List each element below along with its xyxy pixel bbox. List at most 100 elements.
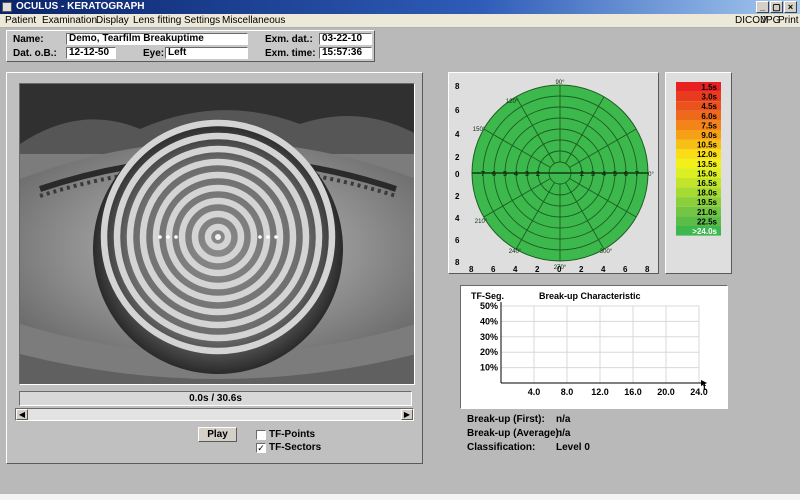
y-tick-label: 4 (455, 130, 460, 139)
y-tick-label: 10% (480, 363, 498, 373)
title-bar: OCULUS - KERATOGRAPH _ ▢ × (0, 0, 800, 14)
video-scrollbar[interactable]: ◀ ▶ (15, 408, 414, 421)
x-tick-label: 2 (535, 265, 540, 273)
angle-label: 300° (600, 249, 613, 255)
color-scale: 1.5s3.0s4.5s6.0s7.5s9.0s10.5s12.0s13.5s1… (676, 82, 721, 236)
maximize-button[interactable]: ▢ (770, 1, 783, 13)
polar-map: 8 6 4 2 0 2 4 6 8 8 6 4 2 0 2 4 6 8 7 6 … (455, 80, 654, 274)
exam-time-label: Exm. time: (265, 48, 316, 59)
name-field: Demo, Tearfilm Breakuptime (66, 33, 248, 45)
legend-label: 13.5s (697, 160, 718, 169)
chart-title: Break-up Characteristic (539, 291, 641, 301)
y-tick-label: 2 (455, 153, 460, 162)
legend-label: 9.0s (701, 131, 717, 140)
x-tick-label: 8 (645, 265, 650, 273)
play-button[interactable]: Play (198, 427, 237, 442)
menu-miscellaneous[interactable]: Miscellaneous (222, 15, 285, 26)
ring-label: 4 (602, 171, 606, 178)
ring-label: 7 (635, 171, 639, 178)
angle-label: 120° (506, 99, 519, 105)
x-tick-label: 8 (469, 265, 474, 273)
menu-display[interactable]: Display (96, 15, 129, 26)
dob-label: Dat. o.B.: (13, 48, 57, 59)
tf-sectors-label: TF-Sectors (269, 442, 322, 453)
legend-label: 18.0s (697, 189, 718, 198)
exam-date-label: Exm. dat.: (265, 34, 313, 45)
y-tick-label: 40% (480, 316, 498, 326)
ring-label: 2 (536, 171, 540, 178)
ring-label: 2 (580, 171, 584, 178)
exam-time-field: 15:57:36 (319, 47, 372, 59)
legend-label: 4.5s (701, 102, 717, 111)
y-tick-label: 6 (455, 236, 460, 245)
tf-points-checkbox[interactable] (256, 430, 266, 440)
legend-label: 12.0s (697, 150, 718, 159)
angle-label: 150° (473, 127, 486, 133)
legend-label: 21.0s (697, 208, 718, 217)
eye-field: Left (165, 47, 248, 59)
close-button[interactable]: × (784, 1, 797, 13)
x-tick-label: 16.0 (624, 387, 642, 397)
y-tick-label: 8 (455, 258, 460, 267)
menu-patient[interactable]: Patient (5, 15, 36, 26)
x-tick-label: 4 (513, 265, 518, 273)
legend-label: 1.5s (701, 83, 717, 92)
angle-label: 240° (509, 249, 522, 255)
legend-label: 6.0s (701, 112, 717, 121)
scroll-right-icon[interactable]: ▶ (401, 409, 413, 420)
x-tick-label: 4.0 (528, 387, 541, 397)
polar-map-panel: 8 6 4 2 0 2 4 6 8 8 6 4 2 0 2 4 6 8 7 6 … (448, 72, 659, 274)
scroll-left-icon[interactable]: ◀ (16, 409, 28, 420)
color-scale-panel: 1.5s 3.0s 4.5s 6.0s 7.5s 9.0s 10.5s 12.0s 13.5s 1… (665, 72, 732, 274)
video-time-display: 0.0s / 30.6s (19, 391, 412, 406)
ring-label: 6 (624, 171, 628, 178)
x-tick-label: 12.0 (591, 387, 609, 397)
eye-label: Eye: (143, 48, 165, 59)
angle-label: 210° (475, 219, 488, 225)
classification-value: Level 0 (556, 442, 590, 453)
legend-label: 15.0s (697, 169, 718, 178)
x-tick-label: 6 (491, 265, 496, 273)
x-tick-label: 8.0 (561, 387, 574, 397)
legend-label: >24.0s (692, 227, 717, 236)
minimize-button[interactable]: _ (756, 1, 769, 13)
eye-image[interactable] (19, 83, 415, 385)
legend-label: 19.5s (697, 198, 718, 207)
dob-field: 12-12-50 (66, 47, 116, 59)
legend-label: 3.0s (701, 93, 717, 102)
angle-label: 0° (648, 172, 654, 178)
chart-xlabel: t (703, 382, 706, 392)
breakup-first-value: n/a (556, 414, 571, 425)
app-icon (2, 2, 12, 12)
legend-label: 7.5s (701, 121, 717, 130)
window-title: OCULUS - KERATOGRAPH (16, 1, 145, 12)
legend-label: 10.5s (697, 141, 718, 150)
ring-label: 4 (514, 171, 518, 178)
y-tick-label: 0 (455, 170, 460, 179)
breakup-chart: 4.0 8.0 12.0 16.0 20.0 24.050%40%30%20%10% TF… (471, 291, 708, 397)
legend-label: 16.5s (697, 179, 718, 188)
menu-lens-fitting[interactable]: Lens fitting (133, 15, 181, 26)
menu-examination[interactable]: Examination (42, 15, 97, 26)
name-label: Name: (13, 34, 44, 45)
y-tick-label: 8 (455, 82, 460, 91)
x-tick-label: 2 (579, 265, 584, 273)
ring-label: 7 (481, 171, 485, 178)
menu-print[interactable]: Print (778, 15, 799, 26)
y-tick-label: 20% (480, 347, 498, 357)
menu-settings[interactable]: Settings (184, 15, 220, 26)
classification-label: Classification: (467, 442, 536, 453)
breakup-first-label: Break-up (First): (467, 414, 545, 425)
exam-date-field: 03-22-10 (319, 33, 372, 45)
ring-label: 5 (613, 171, 617, 178)
ring-label: 3 (591, 171, 595, 178)
y-tick-label: 50% (480, 301, 498, 311)
angle-label: 90° (555, 80, 565, 86)
y-tick-label: 2 (455, 192, 460, 201)
y-tick-label: 6 (455, 106, 460, 115)
ring-label: 3 (525, 171, 529, 178)
tf-sectors-checkbox[interactable]: ✓ (256, 443, 266, 453)
x-tick-label: 6 (623, 265, 628, 273)
ring-label: 5 (503, 171, 507, 178)
y-tick-label: 4 (455, 214, 460, 223)
